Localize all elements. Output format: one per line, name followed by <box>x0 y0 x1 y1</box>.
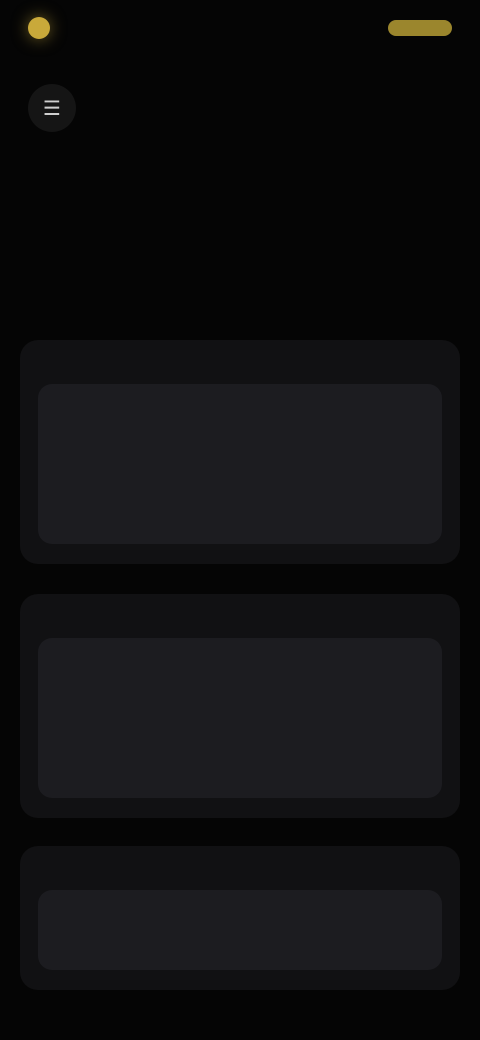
section-card[interactable] <box>38 384 442 544</box>
section-card[interactable] <box>38 638 442 798</box>
section-2 <box>20 594 460 818</box>
app-indicator-icon <box>28 17 50 39</box>
hero <box>60 168 420 186</box>
status-left <box>28 17 60 39</box>
section-3 <box>20 846 460 990</box>
status-pill-icon <box>388 20 452 36</box>
section-card[interactable] <box>38 890 442 970</box>
section-1 <box>20 340 460 564</box>
menu-button[interactable]: ☰ <box>28 84 76 132</box>
top-bar: ☰ <box>0 72 480 144</box>
status-bar <box>0 0 480 56</box>
status-right <box>378 20 452 36</box>
menu-icon: ☰ <box>43 96 61 120</box>
